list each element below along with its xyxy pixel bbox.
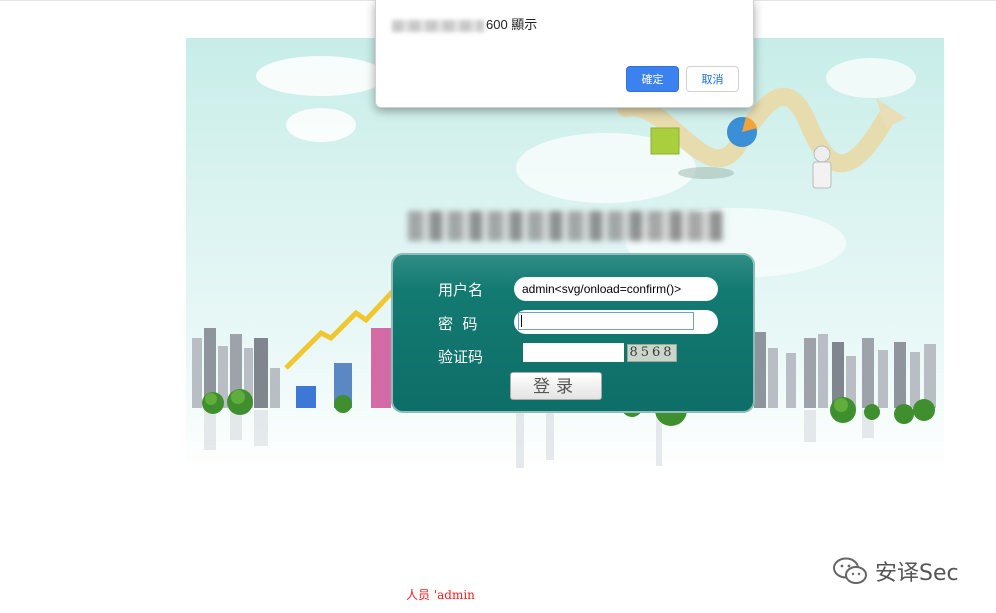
ok-button[interactable]: 確定 bbox=[626, 66, 679, 92]
wechat-icon bbox=[833, 557, 867, 584]
captcha-image[interactable]: 8568 bbox=[627, 344, 677, 362]
dialog-message: 600 顯示 bbox=[392, 14, 537, 33]
login-panel: 用户名 admin<svg/onload=confirm()> 密 码 验证码 … bbox=[391, 253, 755, 413]
password-field[interactable] bbox=[514, 310, 718, 334]
confirm-dialog: 600 顯示 確定 取消 bbox=[375, 0, 754, 108]
captcha-input[interactable] bbox=[523, 343, 624, 362]
password-input[interactable] bbox=[518, 312, 694, 330]
username-label: 用户名 bbox=[438, 281, 484, 299]
blurred-origin bbox=[392, 19, 484, 32]
blurred-site-title bbox=[408, 211, 724, 241]
login-button[interactable]: 登录 bbox=[510, 372, 602, 400]
watermark: 安译Sec bbox=[832, 556, 959, 586]
watermark-text: 安译Sec bbox=[875, 561, 959, 586]
password-label: 密 码 bbox=[438, 313, 478, 334]
text-caret bbox=[521, 315, 522, 327]
cancel-button[interactable]: 取消 bbox=[686, 66, 739, 92]
dialog-message-text: 600 顯示 bbox=[486, 17, 538, 32]
footer-reflected-text: 人员 'admin bbox=[406, 588, 475, 602]
password-label-text: 密 码 bbox=[438, 315, 478, 333]
captcha-label: 验证码 bbox=[438, 348, 484, 366]
username-field[interactable]: admin<svg/onload=confirm()> bbox=[514, 277, 718, 301]
